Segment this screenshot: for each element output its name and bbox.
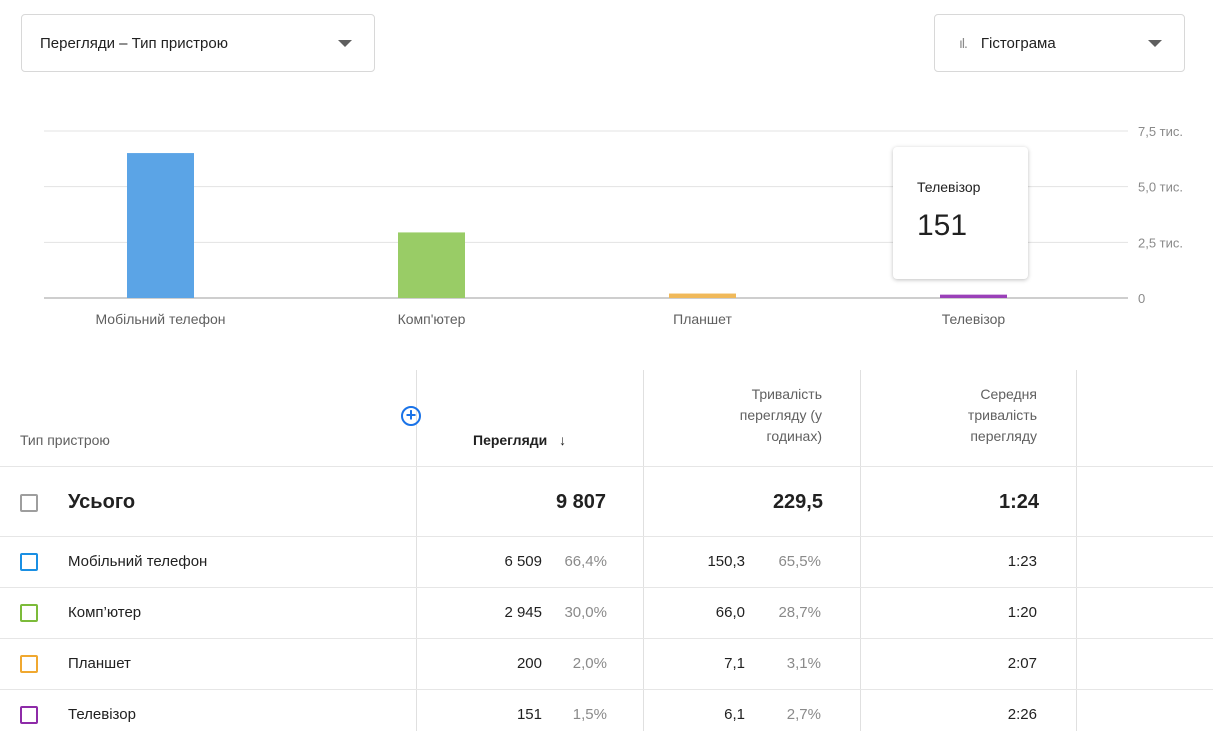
x-tick-label: Телевізор [942,311,1006,327]
header-avg-duration[interactable]: Середня тривалість перегляду [968,384,1037,447]
tooltip-label: Телевізор [917,179,981,195]
row-label: Планшет [68,655,131,672]
total-views: 9 807 [555,491,606,513]
checkbox[interactable] [20,655,38,673]
y-tick-label: 7,5 тис. [1138,124,1183,139]
views-value: 6 509 [504,553,542,570]
total-avg: 1:24 [998,491,1039,513]
row-label: Комп’ютер [68,604,142,621]
duration-percent: 3,1% [786,655,821,672]
table-header: Тип пристрою + Перегляди ↓ Тривалість пе… [0,370,1213,466]
bar[interactable] [398,232,465,298]
header-duration-line: перегляду (у [739,407,822,423]
avg-value: 2:07 [1007,655,1037,672]
avg-value: 2:26 [1007,706,1037,723]
tooltip-value: 151 [917,209,968,242]
x-tick-label: Планшет [673,311,732,327]
y-tick-label: 2,5 тис. [1138,235,1183,250]
table-row: Планшет 200 2,0% 7,1 3,1% 2:07 [0,638,1213,690]
chart-type-dropdown[interactable]: ıl. Гістограма [934,14,1185,72]
bar[interactable] [940,294,1007,298]
views-percent: 2,0% [572,655,607,672]
header-views-label: Перегляди [473,432,548,448]
duration-percent: 65,5% [778,553,821,570]
header-duration-line: Тривалість [751,386,822,402]
add-column-icon[interactable]: + [401,406,421,426]
y-tick-label: 0 [1138,291,1145,306]
bar-chart-icon: ıl. [959,35,968,51]
header-duration[interactable]: Тривалість перегляду (у годинах) [740,384,822,447]
duration-value: 150,3 [707,553,745,570]
chart-type-label: Гістограма [980,34,1056,52]
views-value: 2 945 [504,604,542,621]
views-percent: 66,4% [564,553,607,570]
header-avg-line: перегляду [970,428,1037,444]
header-device-type[interactable]: Тип пристрою [20,432,110,448]
sort-arrow-down-icon: ↓ [559,432,567,448]
avg-value: 1:23 [1007,553,1037,570]
duration-percent: 2,7% [786,706,821,723]
checkbox[interactable] [20,553,38,571]
bar[interactable] [669,293,736,298]
table-row: Комп’ютер 2 945 30,0% 66,0 28,7% 1:20 [0,587,1213,639]
views-value: 200 [516,655,542,672]
duration-percent: 28,7% [778,604,821,621]
chevron-down-icon [1148,40,1162,47]
chevron-down-icon [338,40,352,47]
table-row: Телевізор 151 1,5% 6,1 2,7% 2:26 [0,689,1213,741]
table-row: Мобільний телефон 6 509 66,4% 150,3 65,5… [0,536,1213,588]
header-avg-line: тривалість [967,407,1037,423]
y-tick-label: 5,0 тис. [1138,180,1183,195]
duration-value: 6,1 [724,706,745,723]
x-tick-label: Комп'ютер [398,311,466,327]
row-label: Мобільний телефон [68,553,208,570]
checkbox[interactable] [20,604,38,622]
metric-dropdown-label: Перегляди – Тип пристрою [40,34,228,52]
checkbox[interactable] [20,494,38,512]
bar[interactable] [127,153,194,298]
total-duration: 229,5 [772,491,823,513]
chart-tooltip: Телевізор 151 [893,147,1028,279]
views-percent: 30,0% [564,604,607,621]
avg-value: 1:20 [1007,604,1037,621]
bar-chart: 0 2,5 тис. 5,0 тис. 7,5 тис. Мобільний теле… [44,124,1183,327]
row-label: Телевізор [68,706,136,723]
table-row-total: Усього 9 807 229,5 1:24 [0,466,1213,537]
header-avg-line: Середня [980,386,1037,402]
views-percent: 1,5% [572,706,607,723]
header-duration-line: годинах) [766,428,822,444]
metric-dropdown[interactable]: Перегляди – Тип пристрою [21,14,375,72]
header-views[interactable]: Перегляди ↓ [473,432,566,448]
checkbox[interactable] [20,706,38,724]
duration-value: 7,1 [724,655,745,672]
x-tick-label: Мобільний телефон [95,311,225,327]
row-label: Усього [68,491,136,513]
views-value: 151 [516,706,542,723]
duration-value: 66,0 [715,604,745,621]
